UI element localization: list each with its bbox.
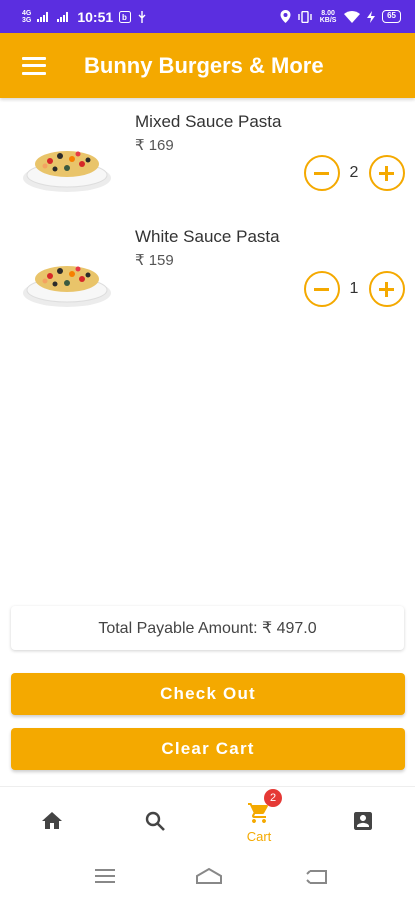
item-price: ₹ 159 bbox=[135, 252, 174, 269]
total-payable-card: Total Payable Amount: ₹ 497.0 bbox=[11, 606, 404, 650]
item-name: White Sauce Pasta bbox=[135, 227, 280, 246]
checkout-button[interactable]: Check Out bbox=[11, 673, 405, 715]
item-name: Mixed Sauce Pasta bbox=[135, 112, 282, 131]
item-price: ₹ 169 bbox=[135, 137, 174, 154]
nav-cart-label: Cart bbox=[246, 829, 272, 844]
nav-account[interactable] bbox=[333, 787, 393, 855]
cart-item: Mixed Sauce Pasta ₹ 169 2 bbox=[0, 98, 415, 213]
back-icon[interactable] bbox=[302, 864, 332, 888]
home-icon bbox=[42, 812, 62, 829]
nav-search[interactable] bbox=[125, 787, 185, 855]
recent-apps-icon[interactable] bbox=[90, 864, 120, 888]
status-right: 8.00 KB/S 65 bbox=[280, 10, 401, 24]
signal-icon-2 bbox=[57, 12, 69, 22]
network-bottom-label: 3G bbox=[22, 16, 32, 24]
increase-quantity-button[interactable] bbox=[369, 271, 405, 307]
cart-count-badge: 2 bbox=[264, 789, 282, 807]
account-box-icon bbox=[354, 812, 372, 830]
network-indicator: 4G 3G bbox=[22, 10, 31, 24]
network-speed: 8.00 KB/S bbox=[319, 9, 337, 24]
app-bar: Bunny Burgers & More bbox=[0, 33, 415, 98]
decrease-quantity-button[interactable] bbox=[304, 155, 340, 191]
app-title: Bunny Burgers & More bbox=[84, 52, 324, 78]
cart-item: White Sauce Pasta ₹ 159 1 bbox=[0, 213, 415, 328]
search-icon bbox=[145, 811, 165, 831]
quantity-value: 1 bbox=[349, 280, 359, 297]
clear-cart-button[interactable]: Clear Cart bbox=[11, 728, 405, 770]
vibrate-icon bbox=[298, 10, 312, 23]
hamburger-menu-icon[interactable] bbox=[22, 56, 46, 75]
total-payable-label: Total Payable Amount: ₹ 497.0 bbox=[98, 620, 317, 637]
wifi-icon bbox=[344, 10, 361, 23]
bottom-navigation: 2 Cart bbox=[0, 786, 415, 854]
status-left: 4G 3G 10:51 b bbox=[22, 9, 147, 25]
signal-icon bbox=[37, 12, 49, 22]
nav-cart[interactable]: 2 Cart bbox=[229, 787, 289, 855]
app-notification-icon: b bbox=[119, 10, 132, 23]
usb-icon bbox=[138, 10, 146, 23]
system-navigation-bar bbox=[0, 854, 415, 900]
decrease-quantity-button[interactable] bbox=[304, 271, 340, 307]
location-icon bbox=[280, 10, 291, 23]
network-top-label: 4G bbox=[22, 9, 32, 17]
status-bar: 4G 3G 10:51 b 8.00 KB/S 65 bbox=[0, 0, 415, 33]
charging-icon bbox=[367, 10, 376, 23]
pasta-bowl-image bbox=[23, 151, 111, 192]
nav-home[interactable] bbox=[22, 787, 82, 855]
increase-quantity-button[interactable] bbox=[369, 155, 405, 191]
pasta-bowl-image bbox=[23, 266, 111, 307]
svg-text:b: b bbox=[122, 13, 127, 22]
quantity-value: 2 bbox=[349, 164, 359, 181]
clock: 10:51 bbox=[77, 8, 114, 25]
home-system-icon[interactable] bbox=[194, 864, 224, 888]
battery-indicator: 65 bbox=[382, 10, 401, 23]
